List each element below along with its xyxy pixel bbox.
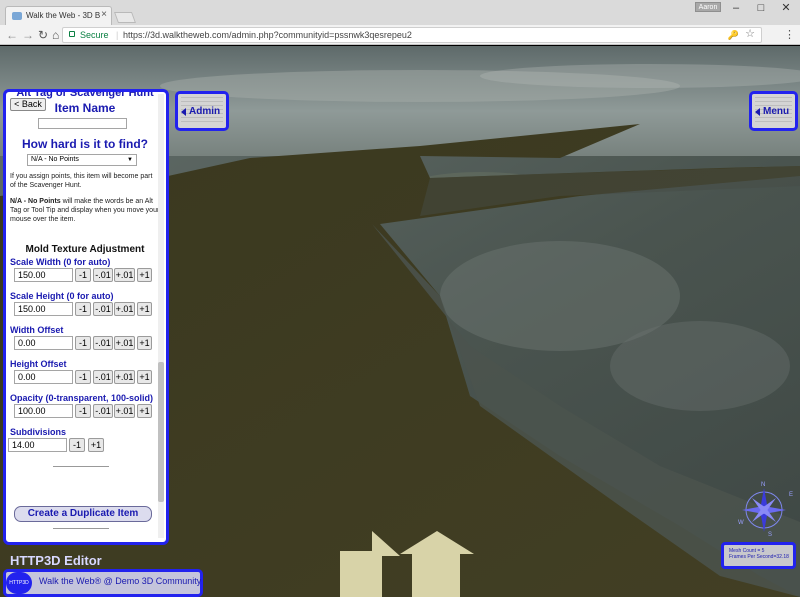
scale-width-plus1-button[interactable]: +1 — [137, 268, 152, 282]
compass-s-label: S — [768, 532, 772, 538]
height-offset-input[interactable] — [14, 370, 73, 384]
item-editor-panel: Alt Tag or Scavenger Hunt < Back Item Na… — [3, 89, 169, 545]
scale-height-plus01-button[interactable]: +.01 — [114, 302, 135, 316]
scale-height-minus01-button[interactable]: -.01 — [93, 302, 113, 316]
community-footer-text[interactable]: Walk the Web® @ Demo 3D Community — [39, 576, 201, 586]
subdivisions-plus1-button[interactable]: +1 — [88, 438, 104, 452]
scale-height-input[interactable] — [14, 302, 73, 316]
site-favicon-icon — [12, 12, 22, 20]
scale-width-label: Scale Width (0 for auto) — [10, 257, 111, 267]
subdivisions-minus1-button[interactable]: -1 — [69, 438, 85, 452]
http3d-logo-icon: HTTP3D — [6, 572, 32, 594]
difficulty-select[interactable]: N/A - No Points ▼ — [27, 154, 137, 166]
width-offset-label: Width Offset — [10, 325, 64, 335]
separator: | — [116, 30, 119, 40]
opacity-minus01-button[interactable]: -.01 — [93, 404, 113, 418]
scale-width-minus1-button[interactable]: -1 — [75, 268, 91, 282]
window-close-icon[interactable]: ✕ — [775, 1, 797, 15]
community-footer[interactable]: HTTP3D Walk the Web® @ Demo 3D Community — [3, 569, 203, 597]
item-name-input[interactable] — [38, 118, 127, 129]
minimize-icon[interactable]: – — [725, 1, 747, 15]
difficulty-selected-value: N/A - No Points — [31, 156, 79, 163]
subdivisions-input[interactable] — [8, 438, 67, 452]
subdivisions-label: Subdivisions — [10, 427, 67, 437]
opacity-label: Opacity (0-transparent, 100-solid) — [10, 393, 154, 403]
address-bar[interactable]: Secure | https://3d.walktheweb.com/admin… — [62, 27, 762, 43]
compass-e-label: E — [789, 492, 793, 498]
browser-toolbar: ← → ↻ ⌂ Secure | https://3d.walktheweb.c… — [0, 25, 800, 45]
width-offset-minus1-button[interactable]: -1 — [75, 336, 91, 350]
alt-tag-note: N/A - No Points will make the words be a… — [10, 197, 160, 224]
browser-menu-icon[interactable]: ⋮ — [784, 28, 795, 41]
opacity-minus1-button[interactable]: -1 — [75, 404, 91, 418]
width-offset-input[interactable] — [14, 336, 73, 350]
opacity-plus1-button[interactable]: +1 — [137, 404, 152, 418]
compass-n-label: N — [761, 482, 765, 488]
arrow-left-icon — [755, 108, 760, 116]
mold-texture-title: Mold Texture Adjustment — [25, 244, 145, 255]
scale-width-minus01-button[interactable]: -.01 — [93, 268, 113, 282]
scale-height-plus1-button[interactable]: +1 — [137, 302, 152, 316]
maximize-icon[interactable]: □ — [750, 1, 772, 15]
arrow-left-icon — [181, 108, 186, 116]
divider — [53, 466, 109, 467]
admin-button[interactable]: Admin — [175, 91, 229, 131]
admin-label: Admin — [189, 106, 221, 117]
secure-label: Secure — [80, 30, 109, 40]
scale-height-minus1-button[interactable]: -1 — [75, 302, 91, 316]
scale-height-label: Scale Height (0 for auto) — [10, 291, 114, 301]
chevron-down-icon: ▼ — [127, 157, 133, 163]
scavenger-note: If you assign points, this item will bec… — [10, 173, 153, 189]
new-tab-button[interactable] — [113, 12, 137, 23]
height-offset-plus1-button[interactable]: +1 — [137, 370, 152, 384]
forward-arrow-icon[interactable]: → — [22, 27, 34, 43]
create-duplicate-button[interactable]: Create a Duplicate Item — [14, 506, 152, 522]
tab-close-icon[interactable]: × — [101, 9, 107, 20]
home-icon[interactable]: ⌂ — [52, 27, 59, 43]
height-offset-plus01-button[interactable]: +.01 — [114, 370, 135, 384]
difficulty-title: How hard is it to find? — [22, 137, 148, 151]
tab-title: Walk the Web - 3D Buildi — [26, 11, 100, 20]
browser-tab-bar: Walk the Web - 3D Buildi × Aaron – □ ✕ — [0, 0, 800, 25]
width-offset-plus01-button[interactable]: +.01 — [114, 336, 135, 350]
menu-label: Menu — [763, 106, 790, 117]
lock-icon — [69, 31, 75, 37]
scale-width-plus01-button[interactable]: +.01 — [114, 268, 135, 282]
width-offset-minus01-button[interactable]: -.01 — [93, 336, 113, 350]
alt-tag-note-bold: N/A - No Points — [10, 198, 61, 205]
back-arrow-icon[interactable]: ← — [6, 27, 18, 43]
height-offset-label: Height Offset — [10, 359, 67, 369]
profile-chip[interactable]: Aaron — [695, 2, 721, 12]
opacity-input[interactable] — [14, 404, 73, 418]
browser-tab[interactable]: Walk the Web - 3D Buildi × — [5, 6, 112, 25]
height-offset-minus01-button[interactable]: -.01 — [93, 370, 113, 384]
scrollbar-thumb[interactable] — [158, 362, 164, 502]
menu-button[interactable]: Menu — [749, 91, 798, 131]
divider — [53, 528, 109, 529]
opacity-plus01-button[interactable]: +.01 — [114, 404, 135, 418]
reload-icon[interactable]: ↻ — [38, 27, 48, 43]
url-text[interactable]: https://3d.walktheweb.com/admin.php?comm… — [123, 28, 412, 42]
compass-w-label: W — [738, 520, 744, 526]
height-offset-minus1-button[interactable]: -1 — [75, 370, 91, 384]
bookmark-star-icon[interactable]: ☆ — [745, 27, 755, 41]
key-icon[interactable]: 🔑 — [728, 28, 739, 42]
frames-per-second: Frames Per Second=32.18 — [729, 554, 789, 560]
editor-title: HTTP3D Editor — [10, 553, 102, 568]
panel-scrollbar[interactable] — [158, 94, 164, 538]
stats-panel: Mesh Count = 5 Frames Per Second=32.18 — [721, 542, 796, 569]
item-name-title: Item Name — [54, 101, 116, 115]
scale-width-input[interactable] — [14, 268, 73, 282]
width-offset-plus1-button[interactable]: +1 — [137, 336, 152, 350]
